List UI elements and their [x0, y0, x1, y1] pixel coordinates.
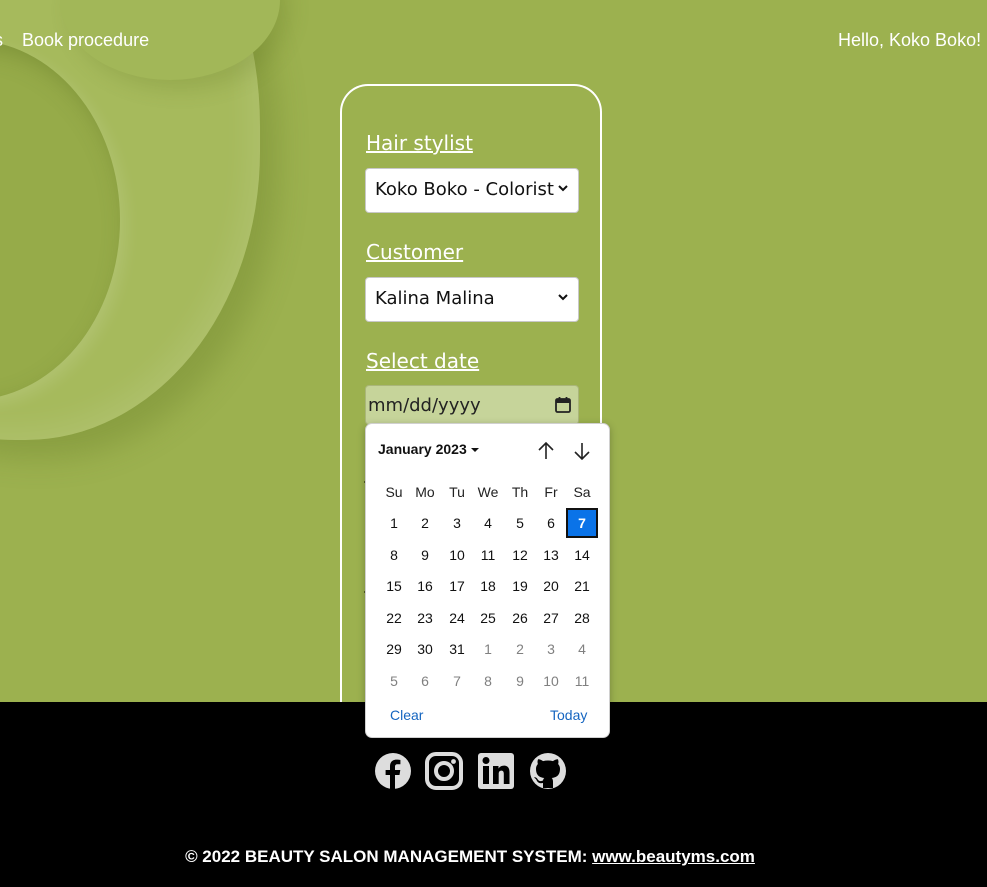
calendar-day[interactable]: 23 [409, 603, 441, 633]
customer-label: Customer [366, 240, 464, 264]
chevron-down-icon [558, 294, 568, 301]
nav-link-book-procedure[interactable]: Book procedure [22, 30, 149, 51]
calendar-day[interactable]: 22 [378, 603, 410, 633]
calendar-day[interactable]: 2 [504, 634, 536, 664]
calendar-day[interactable]: 11 [472, 540, 504, 570]
calendar-day[interactable]: 27 [535, 603, 567, 633]
calendar-day[interactable]: 18 [472, 571, 504, 601]
calendar-day[interactable]: 15 [378, 571, 410, 601]
calendar-day[interactable]: 6 [535, 508, 567, 538]
linkedin-icon[interactable] [477, 752, 515, 790]
calendar-day[interactable]: 5 [504, 508, 536, 538]
calendar-day[interactable]: 21 [566, 571, 598, 601]
calendar-day[interactable]: 26 [504, 603, 536, 633]
weekday-header: Mo [415, 484, 435, 500]
chevron-down-icon [558, 185, 568, 192]
calendar-day[interactable]: 9 [409, 540, 441, 570]
calendar-day[interactable]: 3 [441, 508, 473, 538]
weekday-header: Th [511, 484, 529, 500]
date-picker-popup: January 2023 Su Mo Tu We Th Fr Sa 1 2 3 4 5 6 7 8 9 10 1… [365, 423, 610, 738]
calendar-day[interactable]: 9 [504, 666, 536, 696]
site-link[interactable]: www.beautyms.com [592, 847, 755, 866]
calendar-day[interactable]: 12 [504, 540, 536, 570]
calendar-day[interactable]: 6 [409, 666, 441, 696]
nav-user-greeting[interactable]: Hello, Koko Boko! [838, 30, 981, 51]
weekday-header: Su [385, 484, 403, 500]
calendar-day[interactable]: 28 [566, 603, 598, 633]
calendar-day[interactable]: 5 [378, 666, 410, 696]
calendar-icon[interactable] [554, 396, 572, 414]
arrow-up-icon[interactable] [535, 440, 557, 462]
nav-link-partial[interactable]: s [0, 30, 3, 51]
arrow-down-icon[interactable] [571, 440, 593, 462]
date-input[interactable]: mm/dd/yyyy [365, 385, 579, 425]
weekday-header: Fr [544, 484, 558, 500]
calendar-day[interactable]: 19 [504, 571, 536, 601]
calendar-day[interactable]: 7 [441, 666, 473, 696]
github-icon[interactable] [529, 752, 567, 790]
calendar-day[interactable]: 1 [472, 634, 504, 664]
calendar-day[interactable]: 1 [378, 508, 410, 538]
weekday-header: We [477, 484, 499, 500]
calendar-day[interactable]: 4 [472, 508, 504, 538]
calendar-day[interactable]: 4 [566, 634, 598, 664]
calendar-day[interactable]: 8 [472, 666, 504, 696]
calendar-day[interactable]: 20 [535, 571, 567, 601]
clear-button[interactable]: Clear [390, 707, 423, 723]
date-label: Select date [366, 349, 480, 373]
instagram-icon[interactable] [425, 752, 463, 790]
calendar-day[interactable]: 29 [378, 634, 410, 664]
calendar-day[interactable]: 3 [535, 634, 567, 664]
stylist-select[interactable]: Koko Boko - Colorist [365, 168, 579, 213]
month-year-selector[interactable]: January 2023 [378, 441, 479, 457]
calendar-day[interactable]: 13 [535, 540, 567, 570]
stylist-select-value: Koko Boko - Colorist [375, 179, 554, 200]
weekday-header: Tu [449, 484, 465, 500]
calendar-day[interactable]: 31 [441, 634, 473, 664]
calendar-day[interactable]: 24 [441, 603, 473, 633]
calendar-day[interactable]: 2 [409, 508, 441, 538]
today-button[interactable]: Today [550, 707, 587, 723]
calendar-day[interactable]: 30 [409, 634, 441, 664]
calendar-day[interactable]: 8 [378, 540, 410, 570]
selected-day[interactable]: 7 [566, 508, 598, 538]
calendar-day[interactable]: 16 [409, 571, 441, 601]
customer-select-value: Kalina Malina [375, 288, 495, 309]
calendar-day[interactable]: 10 [441, 540, 473, 570]
stylist-label: Hair stylist [366, 131, 473, 155]
calendar-day[interactable]: 25 [472, 603, 504, 633]
weekday-header: Sa [573, 484, 591, 500]
customer-select[interactable]: Kalina Malina [365, 277, 579, 322]
facebook-icon[interactable] [374, 752, 412, 790]
calendar-day[interactable]: 11 [566, 666, 598, 696]
calendar-day[interactable]: 10 [535, 666, 567, 696]
calendar-day[interactable]: 14 [566, 540, 598, 570]
month-year-label: January 2023 [378, 441, 467, 457]
date-input-placeholder: mm/dd/yyyy [368, 395, 481, 416]
copyright-text: © 2022 BEAUTY SALON MANAGEMENT SYSTEM: [185, 847, 593, 866]
calendar-day[interactable]: 17 [441, 571, 473, 601]
caret-down-icon [470, 448, 479, 453]
footer-copyright: © 2022 BEAUTY SALON MANAGEMENT SYSTEM: w… [0, 847, 940, 867]
